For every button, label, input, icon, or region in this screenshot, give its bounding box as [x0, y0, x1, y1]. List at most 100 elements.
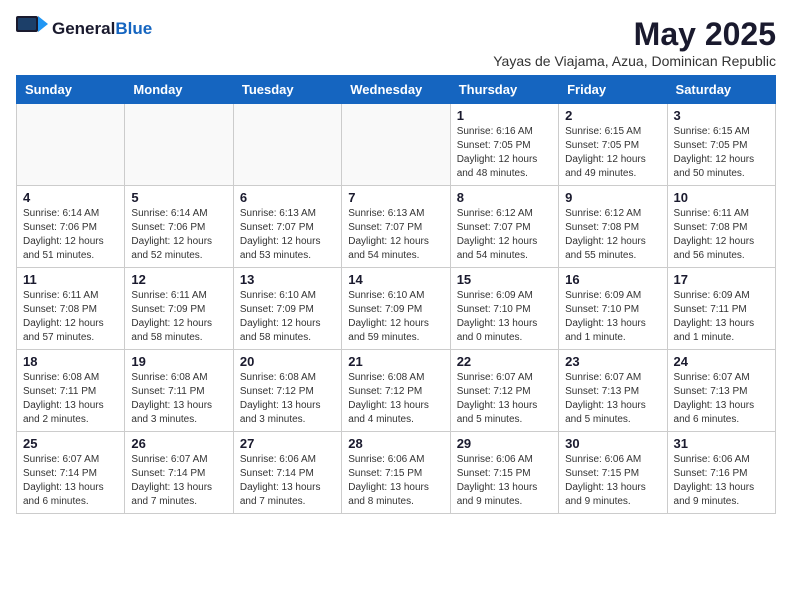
- week-row-3: 11 Sunrise: 6:11 AM Sunset: 7:08 PM Dayli…: [17, 268, 776, 350]
- day-number: 15: [457, 272, 552, 287]
- day-info: Sunrise: 6:09 AM Sunset: 7:11 PM Dayligh…: [674, 289, 769, 345]
- day-number: 6: [240, 190, 335, 205]
- day-cell: 17 Sunrise: 6:09 AM Sunset: 7:11 PM Dayli…: [667, 268, 775, 350]
- day-number: 3: [674, 108, 769, 123]
- day-info: Sunrise: 6:09 AM Sunset: 7:10 PM Dayligh…: [457, 289, 552, 345]
- day-info: Sunrise: 6:16 AM Sunset: 7:05 PM Dayligh…: [457, 125, 552, 181]
- day-cell: 29 Sunrise: 6:06 AM Sunset: 7:15 PM Dayli…: [450, 432, 558, 514]
- day-number: 7: [348, 190, 443, 205]
- day-info: Sunrise: 6:06 AM Sunset: 7:15 PM Dayligh…: [565, 453, 660, 509]
- day-cell: 11 Sunrise: 6:11 AM Sunset: 7:08 PM Dayli…: [17, 268, 125, 350]
- day-number: 23: [565, 354, 660, 369]
- day-number: 5: [131, 190, 226, 205]
- day-number: 18: [23, 354, 118, 369]
- day-number: 29: [457, 436, 552, 451]
- day-info: Sunrise: 6:13 AM Sunset: 7:07 PM Dayligh…: [348, 207, 443, 263]
- day-info: Sunrise: 6:11 AM Sunset: 7:09 PM Dayligh…: [131, 289, 226, 345]
- day-number: 20: [240, 354, 335, 369]
- month-title: May 2025: [493, 16, 776, 53]
- day-number: 1: [457, 108, 552, 123]
- logo-general: General: [52, 19, 115, 39]
- calendar: SundayMondayTuesdayWednesdayThursdayFrid…: [16, 75, 776, 514]
- day-number: 17: [674, 272, 769, 287]
- day-cell: [125, 104, 233, 186]
- day-info: Sunrise: 6:06 AM Sunset: 7:15 PM Dayligh…: [348, 453, 443, 509]
- title-area: May 2025 Yayas de Viajama, Azua, Dominic…: [493, 16, 776, 69]
- day-info: Sunrise: 6:11 AM Sunset: 7:08 PM Dayligh…: [23, 289, 118, 345]
- weekday-header-friday: Friday: [559, 76, 667, 104]
- day-number: 30: [565, 436, 660, 451]
- day-info: Sunrise: 6:09 AM Sunset: 7:10 PM Dayligh…: [565, 289, 660, 345]
- day-cell: 19 Sunrise: 6:08 AM Sunset: 7:11 PM Dayli…: [125, 350, 233, 432]
- day-cell: 30 Sunrise: 6:06 AM Sunset: 7:15 PM Dayli…: [559, 432, 667, 514]
- day-info: Sunrise: 6:14 AM Sunset: 7:06 PM Dayligh…: [131, 207, 226, 263]
- week-row-2: 4 Sunrise: 6:14 AM Sunset: 7:06 PM Daylig…: [17, 186, 776, 268]
- day-info: Sunrise: 6:07 AM Sunset: 7:12 PM Dayligh…: [457, 371, 552, 427]
- day-cell: 2Sunrise: 6:15 AM Sunset: 7:05 PM Daylig…: [559, 104, 667, 186]
- day-cell: 9 Sunrise: 6:12 AM Sunset: 7:08 PM Daylig…: [559, 186, 667, 268]
- day-cell: 18 Sunrise: 6:08 AM Sunset: 7:11 PM Dayli…: [17, 350, 125, 432]
- day-number: 9: [565, 190, 660, 205]
- day-info: Sunrise: 6:08 AM Sunset: 7:11 PM Dayligh…: [23, 371, 118, 427]
- day-cell: 8 Sunrise: 6:12 AM Sunset: 7:07 PM Daylig…: [450, 186, 558, 268]
- day-cell: [17, 104, 125, 186]
- day-cell: 13 Sunrise: 6:10 AM Sunset: 7:09 PM Dayli…: [233, 268, 341, 350]
- weekday-header-monday: Monday: [125, 76, 233, 104]
- logo-icon: [16, 16, 48, 42]
- day-cell: [342, 104, 450, 186]
- day-info: Sunrise: 6:08 AM Sunset: 7:12 PM Dayligh…: [348, 371, 443, 427]
- logo-blue: Blue: [115, 19, 152, 39]
- day-number: 26: [131, 436, 226, 451]
- day-number: 21: [348, 354, 443, 369]
- day-cell: 31Sunrise: 6:06 AM Sunset: 7:16 PM Dayli…: [667, 432, 775, 514]
- weekday-header-sunday: Sunday: [17, 76, 125, 104]
- day-info: Sunrise: 6:15 AM Sunset: 7:05 PM Dayligh…: [565, 125, 660, 181]
- day-cell: 25Sunrise: 6:07 AM Sunset: 7:14 PM Dayli…: [17, 432, 125, 514]
- day-number: 11: [23, 272, 118, 287]
- week-row-5: 25 Sunrise: 6:07 AM Sunset: 7:14 PM Dayli…: [17, 432, 776, 514]
- day-cell: 28 Sunrise: 6:06 AM Sunset: 7:15 PM Dayli…: [342, 432, 450, 514]
- day-number: 25: [23, 436, 118, 451]
- weekday-header-saturday: Saturday: [667, 76, 775, 104]
- day-info: Sunrise: 6:07 AM Sunset: 7:14 PM Dayligh…: [131, 453, 226, 509]
- day-info: Sunrise: 6:13 AM Sunset: 7:07 PM Dayligh…: [240, 207, 335, 263]
- day-cell: 7 Sunrise: 6:13 AM Sunset: 7:07 PM Daylig…: [342, 186, 450, 268]
- day-info: Sunrise: 6:08 AM Sunset: 7:12 PM Dayligh…: [240, 371, 335, 427]
- day-number: 8: [457, 190, 552, 205]
- day-number: 4: [23, 190, 118, 205]
- day-info: Sunrise: 6:07 AM Sunset: 7:13 PM Dayligh…: [674, 371, 769, 427]
- day-cell: 4 Sunrise: 6:14 AM Sunset: 7:06 PM Daylig…: [17, 186, 125, 268]
- day-cell: 21 Sunrise: 6:08 AM Sunset: 7:12 PM Dayli…: [342, 350, 450, 432]
- day-info: Sunrise: 6:15 AM Sunset: 7:05 PM Dayligh…: [674, 125, 769, 181]
- day-cell: 3 Sunrise: 6:15 AM Sunset: 7:05 PM Daylig…: [667, 104, 775, 186]
- weekday-header-thursday: Thursday: [450, 76, 558, 104]
- day-info: Sunrise: 6:11 AM Sunset: 7:08 PM Dayligh…: [674, 207, 769, 263]
- day-number: 16: [565, 272, 660, 287]
- week-row-4: 18 Sunrise: 6:08 AM Sunset: 7:11 PM Dayli…: [17, 350, 776, 432]
- day-cell: [233, 104, 341, 186]
- weekday-header-row: SundayMondayTuesdayWednesdayThursdayFrid…: [17, 76, 776, 104]
- day-info: Sunrise: 6:08 AM Sunset: 7:11 PM Dayligh…: [131, 371, 226, 427]
- day-cell: 10Sunrise: 6:11 AM Sunset: 7:08 PM Dayli…: [667, 186, 775, 268]
- weekday-header-tuesday: Tuesday: [233, 76, 341, 104]
- day-cell: 20 Sunrise: 6:08 AM Sunset: 7:12 PM Dayli…: [233, 350, 341, 432]
- day-number: 27: [240, 436, 335, 451]
- day-cell: 15 Sunrise: 6:09 AM Sunset: 7:10 PM Dayli…: [450, 268, 558, 350]
- day-number: 28: [348, 436, 443, 451]
- day-info: Sunrise: 6:12 AM Sunset: 7:07 PM Dayligh…: [457, 207, 552, 263]
- day-cell: 27 Sunrise: 6:06 AM Sunset: 7:14 PM Dayli…: [233, 432, 341, 514]
- day-info: Sunrise: 6:14 AM Sunset: 7:06 PM Dayligh…: [23, 207, 118, 263]
- day-number: 31: [674, 436, 769, 451]
- day-info: Sunrise: 6:12 AM Sunset: 7:08 PM Dayligh…: [565, 207, 660, 263]
- day-info: Sunrise: 6:10 AM Sunset: 7:09 PM Dayligh…: [240, 289, 335, 345]
- header: General Blue May 2025 Yayas de Viajama, …: [16, 16, 776, 69]
- day-number: 19: [131, 354, 226, 369]
- day-info: Sunrise: 6:06 AM Sunset: 7:15 PM Dayligh…: [457, 453, 552, 509]
- day-info: Sunrise: 6:10 AM Sunset: 7:09 PM Dayligh…: [348, 289, 443, 345]
- day-info: Sunrise: 6:06 AM Sunset: 7:14 PM Dayligh…: [240, 453, 335, 509]
- weekday-header-wednesday: Wednesday: [342, 76, 450, 104]
- day-number: 13: [240, 272, 335, 287]
- day-cell: 1 Sunrise: 6:16 AM Sunset: 7:05 PM Daylig…: [450, 104, 558, 186]
- day-cell: 23Sunrise: 6:07 AM Sunset: 7:13 PM Dayli…: [559, 350, 667, 432]
- day-number: 14: [348, 272, 443, 287]
